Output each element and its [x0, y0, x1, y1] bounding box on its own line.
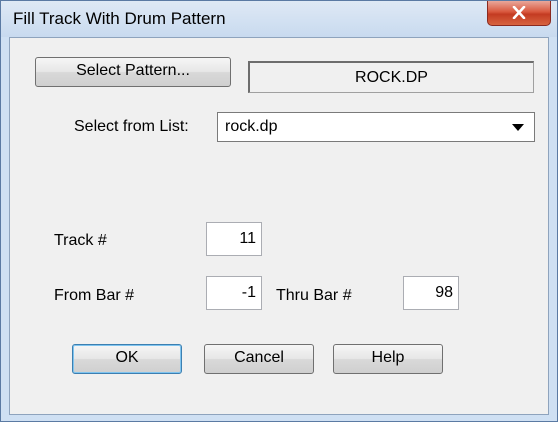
- track-label: Track #: [54, 232, 107, 249]
- thru-bar-label: Thru Bar #: [276, 287, 352, 304]
- pattern-list-dropdown[interactable]: rock.dp: [217, 112, 535, 142]
- select-list-label: Select from List:: [74, 118, 189, 135]
- title-bar[interactable]: Fill Track With Drum Pattern: [1, 1, 557, 37]
- close-icon: [512, 6, 526, 19]
- cancel-button[interactable]: Cancel: [204, 344, 314, 374]
- help-button[interactable]: Help: [333, 344, 443, 374]
- pattern-name-display: ROCK.DP: [248, 61, 534, 93]
- chevron-down-icon: [512, 124, 524, 131]
- window-title: Fill Track With Drum Pattern: [13, 9, 226, 28]
- select-pattern-button[interactable]: Select Pattern...: [35, 57, 231, 87]
- dialog-window: Fill Track With Drum Pattern Select Patt…: [0, 0, 558, 422]
- from-bar-label: From Bar #: [54, 287, 135, 304]
- ok-button[interactable]: OK: [72, 344, 182, 374]
- from-bar-field[interactable]: -1: [206, 276, 262, 310]
- pattern-list-value: rock.dp: [225, 118, 278, 135]
- close-button[interactable]: [487, 1, 551, 26]
- dialog-body: Select Pattern... ROCK.DP Select from Li…: [9, 37, 549, 415]
- thru-bar-field[interactable]: 98: [403, 276, 459, 310]
- track-number-field[interactable]: 11: [206, 222, 262, 256]
